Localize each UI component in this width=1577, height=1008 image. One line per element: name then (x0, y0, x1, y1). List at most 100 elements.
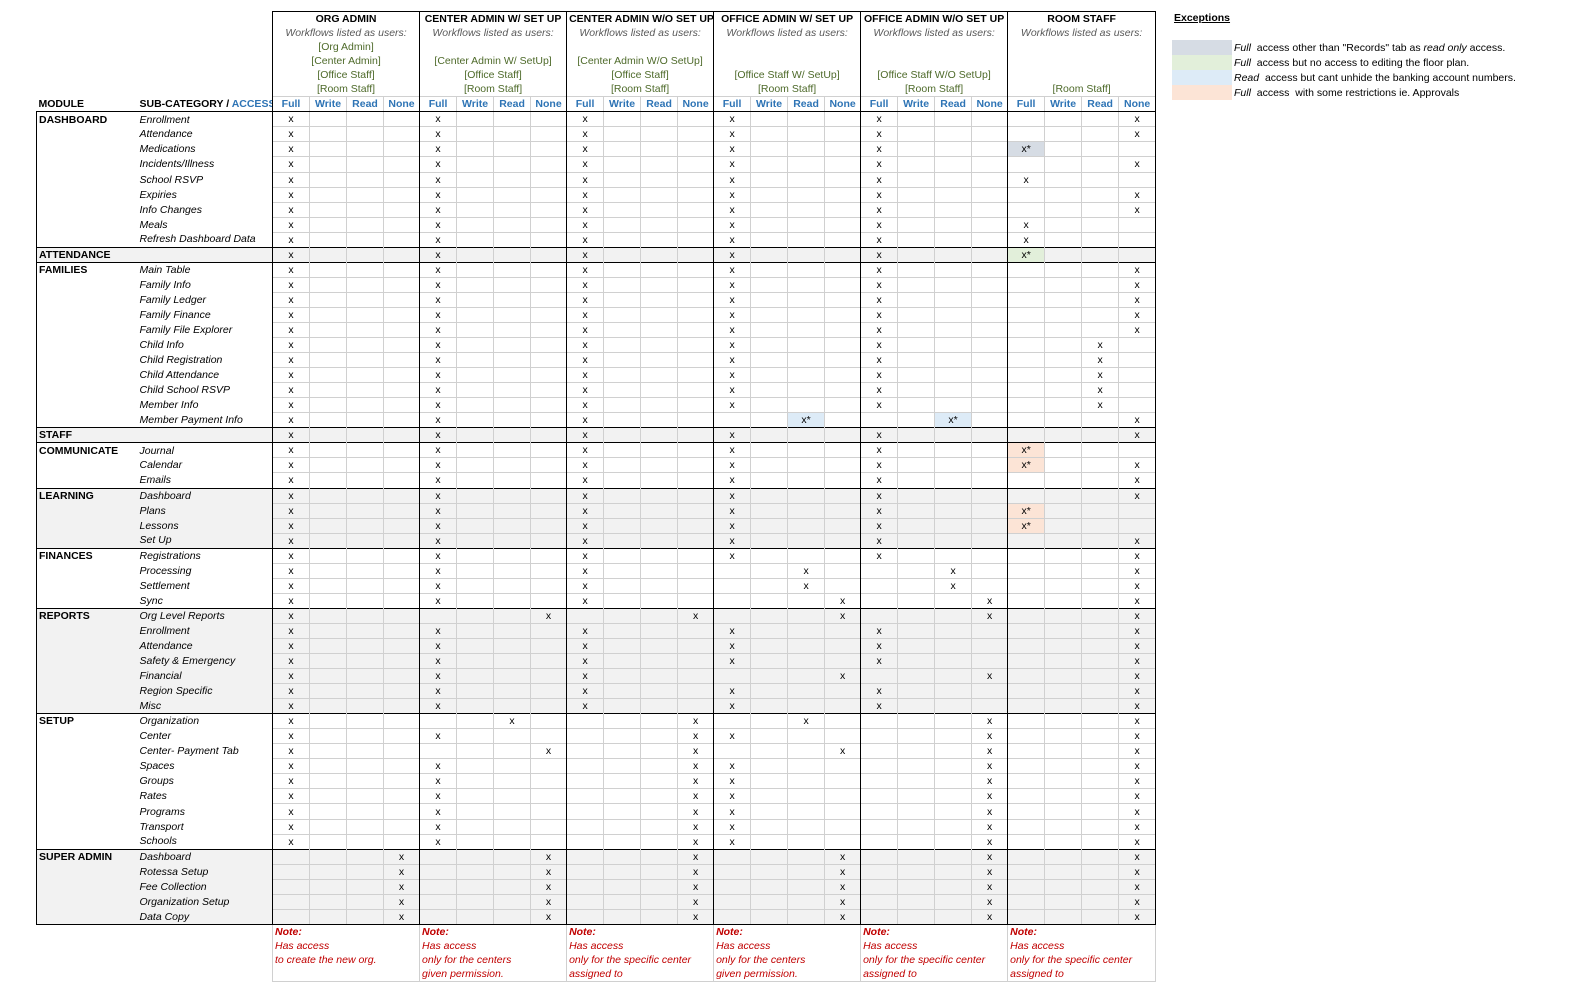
empty-cell (493, 592, 531, 609)
empty-cell (934, 382, 972, 398)
module-name (36, 623, 138, 639)
access-mark: x (419, 728, 457, 744)
workflow-user: [Room Staff] (1007, 82, 1157, 97)
empty-cell (1081, 863, 1119, 880)
empty-cell (1044, 668, 1082, 684)
access-mark: x (1118, 878, 1157, 895)
empty-cell (787, 893, 825, 910)
access-mark: x (272, 743, 310, 759)
empty-cell (346, 352, 384, 368)
empty-cell (346, 487, 384, 504)
access-mark: x (824, 878, 861, 895)
table-row: Organization Setup x x x x x x (36, 893, 1157, 910)
empty-cell (603, 231, 641, 248)
access-mark: x (1118, 607, 1157, 624)
empty-cell (1044, 562, 1082, 579)
module-name (36, 352, 138, 368)
empty-cell (603, 291, 641, 308)
access-mark: x (971, 713, 1008, 729)
empty-cell (309, 186, 347, 203)
access-mark: x (272, 532, 310, 549)
empty-cell (677, 457, 714, 473)
empty-cell (493, 216, 531, 233)
access-mark: x (419, 231, 457, 248)
access-mark: x (860, 337, 898, 353)
empty-cell (971, 577, 1008, 594)
access-mark: x (1118, 532, 1157, 549)
empty-cell (603, 141, 641, 157)
empty-cell (456, 276, 494, 293)
empty-cell (346, 773, 384, 789)
empty-cell (640, 758, 678, 774)
empty-cell (787, 758, 825, 774)
empty-cell (382, 547, 420, 564)
empty-cell (603, 427, 641, 443)
empty-cell (1007, 126, 1045, 142)
empty-cell (787, 818, 825, 835)
empty-cell (1044, 412, 1082, 428)
table-row: Family File Explorer x x x x x x (36, 321, 1157, 338)
table-row: Settlement x x x x x x (36, 577, 1157, 594)
empty-cell (1118, 352, 1157, 368)
role-title: OFFICE ADMIN W/O SET UP (860, 11, 1008, 27)
sub-category: Info Changes (139, 203, 202, 216)
access-mark: x (1118, 728, 1157, 744)
access-mark: x (860, 216, 898, 233)
table-row: Center x x x x x x (36, 728, 1157, 744)
empty-cell (824, 186, 861, 203)
empty-cell (346, 442, 384, 458)
empty-cell (640, 156, 678, 173)
empty-cell (934, 442, 972, 458)
access-mark: x (272, 502, 310, 519)
access-level-header: Read (346, 96, 384, 113)
empty-cell (493, 111, 531, 127)
access-mark: x (860, 427, 898, 443)
empty-cell (971, 637, 1008, 654)
empty-cell (1081, 291, 1119, 308)
empty-cell (1081, 668, 1119, 684)
empty-cell (971, 502, 1008, 519)
empty-cell (824, 427, 861, 443)
empty-cell (934, 653, 972, 669)
access-mark: x (860, 637, 898, 654)
sub-category (137, 427, 273, 443)
empty-cell (934, 773, 972, 789)
role-note: assigned to (1007, 967, 1157, 983)
empty-cell (787, 186, 825, 203)
empty-cell (677, 577, 714, 594)
legend-emphasis: read only (1423, 41, 1467, 54)
access-mark: x (1118, 577, 1157, 594)
empty-cell (456, 156, 494, 173)
access-mark: x (1081, 367, 1119, 383)
access-mark: x (971, 773, 1008, 789)
empty-cell (934, 352, 972, 368)
role-note: only for the specific center (566, 952, 714, 967)
access-mark: x (860, 126, 898, 142)
empty-cell (346, 562, 384, 579)
empty-cell (971, 487, 1008, 504)
empty-cell (1081, 562, 1119, 579)
empty-cell (640, 442, 678, 458)
access-mark: x (1118, 698, 1157, 714)
workflow-user (566, 40, 714, 55)
empty-cell (640, 653, 678, 669)
empty-cell (603, 532, 641, 549)
empty-cell (897, 622, 935, 639)
empty-cell (787, 908, 825, 925)
empty-cell (493, 637, 531, 654)
empty-cell (493, 803, 531, 820)
access-mark: x (419, 577, 457, 594)
empty-cell (713, 562, 751, 579)
empty-cell (1081, 231, 1119, 248)
access-mark: x (713, 337, 751, 353)
module-name (36, 457, 138, 473)
module-header: MODULE (36, 96, 138, 113)
empty-cell (1081, 502, 1119, 519)
empty-cell (309, 261, 347, 278)
empty-cell (824, 457, 861, 473)
empty-cell (530, 171, 567, 188)
empty-cell (897, 592, 935, 609)
empty-cell (750, 517, 788, 534)
empty-cell (750, 637, 788, 654)
workflow-user: [Office Staff] (566, 68, 714, 83)
